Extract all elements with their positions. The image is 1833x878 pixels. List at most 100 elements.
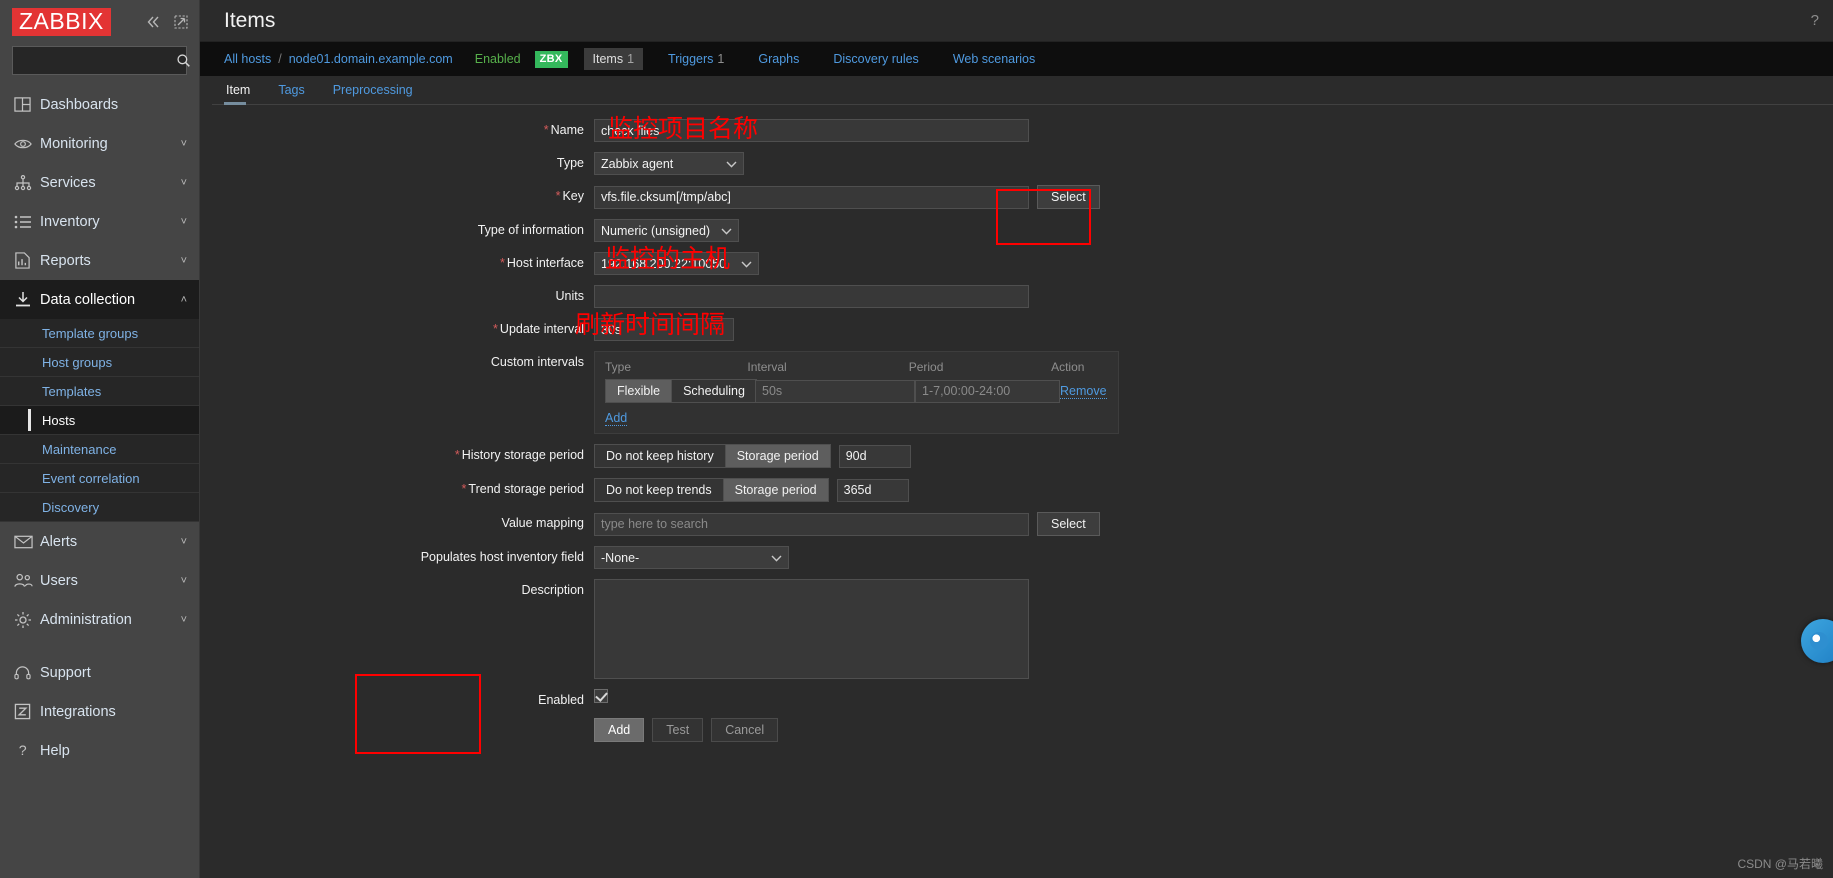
form-tabs: Item Tags Preprocessing xyxy=(212,76,1833,105)
list-icon xyxy=(14,215,40,229)
required-marker: * xyxy=(555,189,561,203)
label-text: History storage period xyxy=(461,448,584,462)
sidebar-item-alerts[interactable]: Alerts ˅ xyxy=(0,522,199,561)
sidebar-item-monitoring[interactable]: Monitoring ˅ xyxy=(0,124,199,163)
required-marker: * xyxy=(493,322,498,336)
sidebar-header-icons xyxy=(145,14,189,30)
sidebar-header: ZABBIX xyxy=(0,0,199,44)
field-row-actions: Add Test Cancel xyxy=(200,718,1833,742)
units-input[interactable] xyxy=(594,285,1029,308)
sidebar-subitem-templates[interactable]: Templates xyxy=(0,377,199,406)
expand-window-icon[interactable] xyxy=(173,14,189,30)
chevron-down-icon: ˅ xyxy=(180,254,187,267)
help-icon[interactable]: ? xyxy=(1811,12,1819,29)
sidebar-item-services[interactable]: Services ˅ xyxy=(0,163,199,202)
sidebar-subitem-discovery[interactable]: Discovery xyxy=(0,493,199,522)
app-root: ZABBIX Dashboards Monitoring ˅ Services … xyxy=(0,0,1833,878)
chevron-up-icon: ˄ xyxy=(180,293,187,306)
value-mapping-input[interactable] xyxy=(594,512,1029,536)
do-not-keep-trends-button[interactable]: Do not keep trends xyxy=(594,478,723,502)
cancel-button[interactable]: Cancel xyxy=(711,718,779,742)
update-interval-input[interactable] xyxy=(594,318,734,341)
sidebar-item-integrations[interactable]: Integrations xyxy=(0,692,199,731)
collapse-sidebar-icon[interactable] xyxy=(145,14,161,30)
search-icon[interactable] xyxy=(176,53,191,68)
download-icon xyxy=(14,291,40,308)
type-select-wrap: Zabbix agent xyxy=(594,152,744,175)
value-mapping-select-button[interactable]: Select xyxy=(1037,512,1100,536)
sidebar-item-data-collection[interactable]: Data collection ˄ xyxy=(0,280,199,319)
add-interval-link[interactable]: Add xyxy=(605,411,628,426)
breadcrumb-all-hosts[interactable]: All hosts xyxy=(224,52,271,66)
breadcrumb-tab-web-scenarios[interactable]: Web scenarios xyxy=(944,48,1044,70)
test-button[interactable]: Test xyxy=(652,718,704,742)
breadcrumb-tab-discovery-rules[interactable]: Discovery rules xyxy=(824,48,927,70)
history-storage-period-input[interactable] xyxy=(838,444,911,468)
host-interface-select[interactable]: 192.168.200.22:10050 xyxy=(594,252,759,275)
custom-intervals-row: Flexible Scheduling 50s 1-7,00:00-24:00 … xyxy=(605,379,1108,403)
eye-icon xyxy=(14,137,40,151)
host-status-badge[interactable]: Enabled xyxy=(475,52,521,66)
breadcrumb-tab-items[interactable]: Items 1 xyxy=(583,48,644,70)
trend-storage-period-input[interactable] xyxy=(836,478,909,502)
sidebar-item-users[interactable]: Users ˅ xyxy=(0,561,199,600)
field-row-value-mapping: Value mapping Select xyxy=(200,512,1833,536)
chevron-down-icon: ˅ xyxy=(180,137,187,150)
type-flexible-button[interactable]: Flexible xyxy=(605,379,672,403)
field-row-update-interval: * Update interval xyxy=(200,318,1833,341)
sidebar-item-inventory[interactable]: Inventory ˅ xyxy=(0,202,199,241)
search-input[interactable] xyxy=(21,53,176,68)
sidebar-subitem-event-correlation[interactable]: Event correlation xyxy=(0,464,199,493)
name-input[interactable] xyxy=(594,119,1029,142)
field-row-name: * Name xyxy=(200,119,1833,142)
custom-period-input[interactable] xyxy=(915,379,1060,403)
sitemap-icon xyxy=(14,174,40,191)
host-interface-select-wrap: 192.168.200.22:10050 xyxy=(594,252,759,275)
sidebar-subitem-template-groups[interactable]: Template groups xyxy=(0,319,199,348)
type-scheduling-button[interactable]: Scheduling xyxy=(671,379,757,403)
label-text: Enabled xyxy=(538,693,584,707)
label-text: Update interval xyxy=(499,322,584,336)
type-select[interactable]: Zabbix agent xyxy=(594,152,744,175)
sidebar-search-wrap xyxy=(0,44,199,85)
custom-interval-input[interactable] xyxy=(755,379,915,403)
sidebar-item-administration[interactable]: Administration ˅ xyxy=(0,600,199,639)
search-box[interactable] xyxy=(12,46,190,75)
zbx-agent-badge[interactable]: ZBX xyxy=(534,50,568,68)
sidebar-item-dashboards[interactable]: Dashboards xyxy=(0,85,199,124)
remove-interval-link[interactable]: Remove xyxy=(1060,384,1107,399)
sidebar-subitem-host-groups[interactable]: Host groups xyxy=(0,348,199,377)
tab-item[interactable]: Item xyxy=(224,83,260,105)
field-row-units: Units xyxy=(200,285,1833,308)
enabled-checkbox[interactable] xyxy=(594,689,608,703)
sidebar-subitem-maintenance[interactable]: Maintenance xyxy=(0,435,199,464)
breadcrumb: All hosts / node01.domain.example.com En… xyxy=(200,42,1833,76)
sidebar-item-label: Services xyxy=(40,174,96,191)
required-marker: * xyxy=(500,256,505,270)
trend-storage-period-button[interactable]: Storage period xyxy=(722,478,829,502)
host-inventory-field-select[interactable]: -None- xyxy=(594,546,789,569)
custom-intervals-add-wrap: Add xyxy=(605,411,1108,426)
sidebar-item-support[interactable]: Support xyxy=(0,653,199,692)
breadcrumb-tab-triggers[interactable]: Triggers 1 xyxy=(659,48,733,70)
chevron-down-icon: ˅ xyxy=(180,535,187,548)
add-button[interactable]: Add xyxy=(594,718,645,742)
key-input[interactable] xyxy=(594,185,1029,209)
description-textarea[interactable] xyxy=(594,579,1029,679)
type-of-information-select[interactable]: Numeric (unsigned) xyxy=(594,219,739,242)
sidebar-item-reports[interactable]: Reports ˅ xyxy=(0,241,199,280)
breadcrumb-tab-graphs[interactable]: Graphs xyxy=(749,48,808,70)
sidebar-subitem-hosts[interactable]: Hosts xyxy=(0,406,199,435)
sidebar-item-help[interactable]: ? Help xyxy=(0,731,199,770)
tab-preprocessing[interactable]: Preprocessing xyxy=(331,83,423,104)
control-trend-storage-period: Do not keep trends Storage period xyxy=(594,478,909,502)
breadcrumb-host[interactable]: node01.domain.example.com xyxy=(289,52,453,66)
sidebar-item-label: Integrations xyxy=(40,703,116,720)
sidebar: ZABBIX Dashboards Monitoring ˅ Services … xyxy=(0,0,200,878)
item-form-card: Item Tags Preprocessing * Name check fil… xyxy=(200,76,1833,742)
breadcrumb-tab-label: Graphs xyxy=(758,52,800,66)
do-not-keep-history-button[interactable]: Do not keep history xyxy=(594,444,725,468)
key-select-button[interactable]: Select xyxy=(1037,185,1100,209)
history-storage-period-button[interactable]: Storage period xyxy=(724,444,831,468)
tab-tags[interactable]: Tags xyxy=(276,83,314,104)
